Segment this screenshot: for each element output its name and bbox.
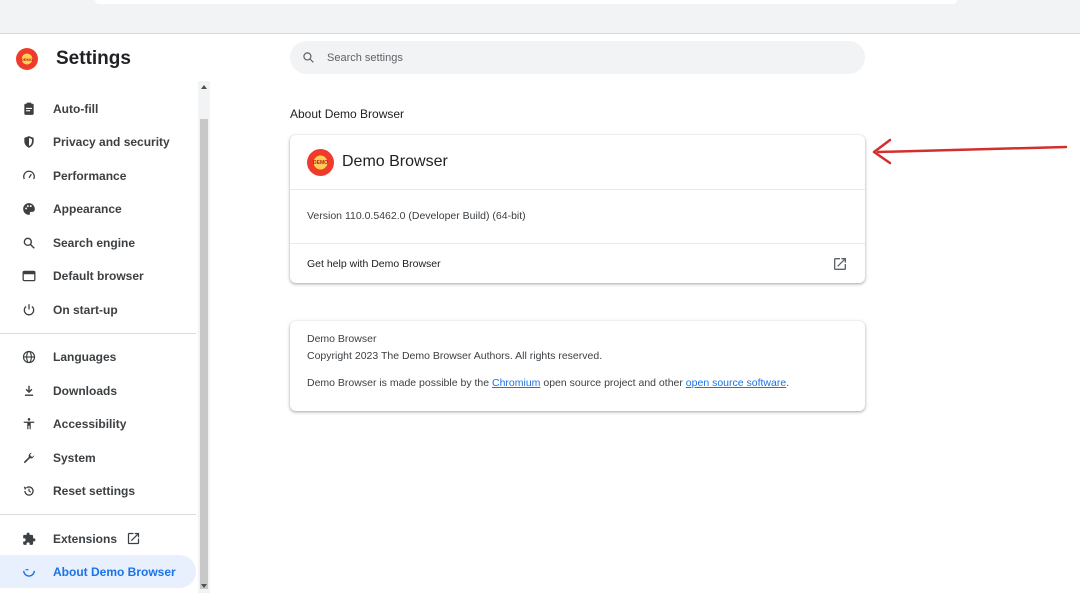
sidebar-item-label: Accessibility — [53, 416, 127, 431]
sidebar-item-label: Auto-fill — [53, 101, 99, 116]
version-row: Version 110.0.5462.0 (Developer Build) (… — [290, 190, 865, 244]
sidebar-item-label: Extensions — [53, 531, 118, 546]
made-possible-prefix: Demo Browser is made possible by the — [307, 377, 492, 389]
sidebar-item-extensions[interactable]: Extensions — [0, 522, 196, 555]
sidebar-item-reset-settings[interactable]: Reset settings — [0, 474, 196, 507]
wrench-icon — [21, 450, 37, 466]
sidebar-divider — [0, 333, 196, 334]
sidebar-item-about[interactable]: About Demo Browser — [0, 555, 196, 588]
scroll-down-arrow-icon[interactable] — [201, 584, 207, 588]
palette-icon — [21, 201, 37, 217]
sidebar-item-autofill[interactable]: Auto-fill — [0, 92, 196, 125]
app-name: Demo Browser — [342, 153, 448, 170]
open-source-software-link[interactable]: open source software — [686, 377, 786, 389]
version-text: Version 110.0.5462.0 (Developer Build) (… — [307, 210, 526, 222]
reset-icon — [21, 483, 37, 499]
page-title: Settings — [56, 48, 131, 69]
search-input[interactable]: Search settings — [290, 41, 865, 74]
sidebar-scrollbar-thumb[interactable] — [200, 119, 208, 589]
scroll-up-arrow-icon[interactable] — [201, 85, 207, 89]
sidebar-item-privacy[interactable]: Privacy and security — [0, 125, 196, 158]
sidebar-item-label: About Demo Browser — [53, 564, 176, 579]
made-possible-suffix: . — [786, 377, 790, 389]
accessibility-icon — [21, 416, 37, 432]
sidebar-item-search-engine[interactable]: Search engine — [0, 226, 196, 259]
sidebar-item-on-startup[interactable]: On start-up — [0, 293, 196, 326]
sidebar-item-label: Languages — [53, 349, 117, 364]
logo-text: DEMO — [21, 56, 33, 62]
sidebar-item-accessibility[interactable]: Accessibility — [0, 407, 196, 440]
settings-header: DEMO Settings Search settings — [0, 35, 1080, 81]
sidebar-item-system[interactable]: System — [0, 441, 196, 474]
sidebar-divider — [0, 514, 196, 515]
about-card: DEMO Demo Browser Version 110.0.5462.0 (… — [290, 135, 865, 283]
search-placeholder: Search settings — [327, 51, 403, 64]
browser-logo-icon — [21, 564, 37, 580]
get-help-label: Get help with Demo Browser — [307, 258, 441, 270]
chromium-link[interactable]: Chromium — [492, 377, 540, 389]
power-icon — [21, 302, 37, 318]
app-logo-text: DEMO — [313, 159, 328, 166]
made-possible-middle: open source project and other — [540, 377, 686, 389]
sidebar-item-downloads[interactable]: Downloads — [0, 374, 196, 407]
browser-window-icon — [21, 268, 37, 284]
shield-icon — [21, 134, 37, 150]
sidebar-item-performance[interactable]: Performance — [0, 159, 196, 192]
annotation-arrow-icon — [872, 138, 1068, 165]
sidebar-item-appearance[interactable]: Appearance — [0, 192, 196, 225]
made-possible-text: Demo Browser is made possible by the Chr… — [307, 377, 789, 389]
sidebar-item-label: Default browser — [53, 268, 144, 283]
search-icon — [21, 235, 37, 251]
app-logo-icon: DEMO — [307, 149, 334, 176]
open-in-new-icon[interactable] — [832, 256, 848, 272]
address-bar-edge[interactable] — [95, 0, 957, 4]
open-in-new-icon — [126, 531, 141, 551]
credits-name: Demo Browser — [307, 333, 377, 345]
sidebar-item-label: Appearance — [53, 201, 122, 216]
section-title: About Demo Browser — [290, 107, 405, 121]
sidebar-item-label: Performance — [53, 168, 127, 183]
about-card-header: DEMO Demo Browser — [290, 135, 865, 190]
sidebar-item-label: System — [53, 450, 96, 465]
settings-sidebar: Auto-fill Privacy and security Performan… — [0, 81, 210, 593]
sidebar-item-label: Downloads — [53, 383, 118, 398]
credits-card: Demo Browser Copyright 2023 The Demo Bro… — [290, 321, 865, 411]
clipboard-icon — [21, 101, 37, 117]
search-icon — [303, 52, 314, 63]
globe-icon — [21, 349, 37, 365]
get-help-row[interactable]: Get help with Demo Browser — [290, 244, 865, 283]
sidebar-item-label: Reset settings — [53, 483, 136, 498]
sidebar-item-languages[interactable]: Languages — [0, 340, 196, 373]
sidebar-item-label: On start-up — [53, 302, 118, 317]
browser-top-strip — [0, 0, 1080, 34]
sidebar-item-default-browser[interactable]: Default browser — [0, 259, 196, 292]
copyright-text: Copyright 2023 The Demo Browser Authors.… — [307, 350, 603, 362]
sidebar-item-label: Privacy and security — [53, 134, 170, 149]
puzzle-icon — [21, 531, 37, 547]
browser-logo-icon: DEMO — [16, 48, 38, 70]
speedometer-icon — [21, 168, 37, 184]
download-icon — [21, 383, 37, 399]
sidebar-item-label: Search engine — [53, 235, 136, 250]
